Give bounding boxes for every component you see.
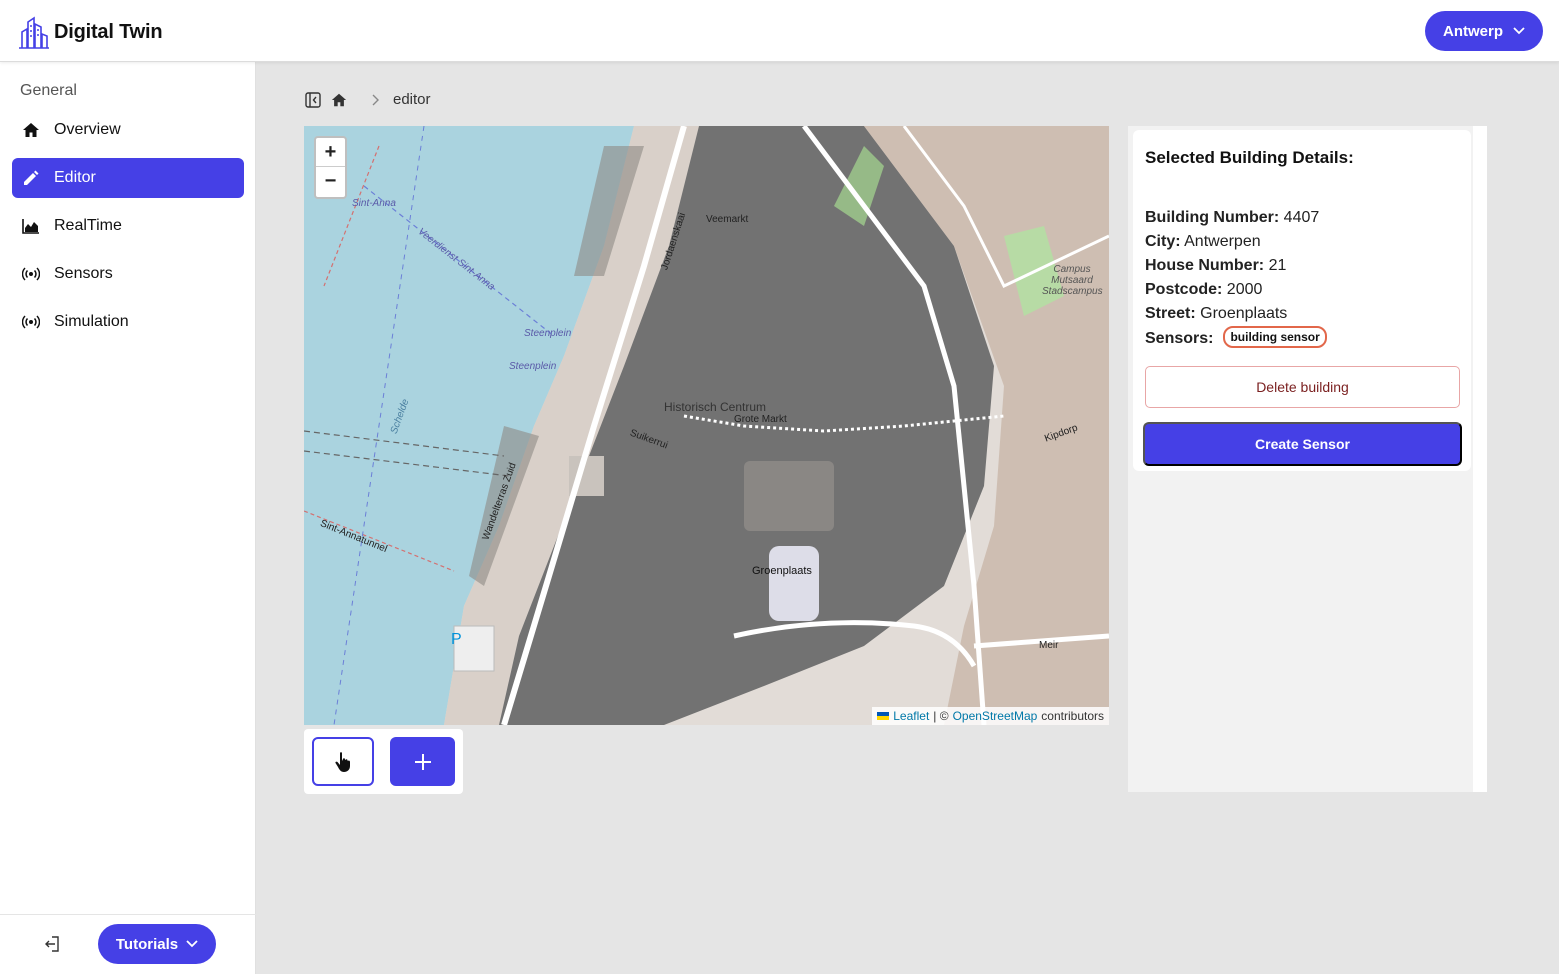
add-building-button[interactable]	[390, 737, 455, 786]
field-key: Sensors:	[1145, 330, 1214, 347]
ukraine-flag-icon	[877, 712, 890, 720]
sidebar-item-overview[interactable]: Overview	[12, 110, 244, 150]
field-value: Groenplaats	[1200, 305, 1288, 322]
sidebar-item-label: Overview	[54, 121, 121, 138]
map-label-historisch: Historisch Centrum	[664, 400, 767, 414]
field-value: Antwerpen	[1184, 233, 1261, 250]
home-icon[interactable]	[331, 92, 347, 108]
field-key: Postcode:	[1145, 281, 1223, 298]
area-chart-icon	[22, 217, 40, 235]
sidebar: General Overview Editor RealTime Sensors	[0, 62, 256, 974]
city-selector-label: Antwerp	[1443, 22, 1503, 40]
pencil-icon	[22, 169, 40, 187]
sensors-row: Sensors: building sensor	[1145, 326, 1327, 351]
breadcrumb: editor	[305, 91, 431, 108]
map-label-campus: Campus Mutsaard Stadscampus	[1042, 264, 1103, 297]
field-value: 21	[1268, 257, 1287, 274]
sidebar-heading: General	[20, 82, 77, 99]
leaflet-link[interactable]: Leaflet	[893, 709, 929, 723]
sidebar-item-simulation[interactable]: Simulation	[12, 302, 244, 342]
breadcrumb-current: editor	[393, 91, 431, 108]
field-key: Building Number:	[1145, 209, 1280, 226]
create-sensor-button[interactable]: Create Sensor	[1143, 422, 1462, 466]
building-details-card: Selected Building Details: Building Numb…	[1133, 130, 1471, 471]
chevron-right-icon	[367, 92, 383, 108]
map-label-parking: P	[451, 631, 462, 648]
attribution-separator: | ©	[933, 709, 949, 723]
map-label-meir: Meir	[1039, 640, 1059, 651]
delete-building-button[interactable]: Delete building	[1145, 366, 1460, 408]
plus-icon	[414, 753, 431, 770]
zoom-out-button[interactable]: −	[316, 167, 345, 196]
zoom-control: + −	[314, 136, 347, 199]
tutorials-button[interactable]: Tutorials	[98, 924, 216, 964]
field-value: 2000	[1226, 281, 1263, 298]
details-column: Selected Building Details: Building Numb…	[1128, 126, 1487, 792]
building-number-row: Building Number: 4407	[1145, 206, 1327, 230]
city-row: City: Antwerpen	[1145, 230, 1327, 254]
chevron-down-icon	[1513, 27, 1525, 35]
map-attribution: Leaflet | © OpenStreetMap contributors	[872, 707, 1109, 725]
logout-icon[interactable]	[44, 935, 62, 953]
sidebar-item-editor[interactable]: Editor	[12, 158, 244, 198]
map-view[interactable]: Sint-Anna Veerdienst Sint-Anna Steenplei…	[304, 126, 1109, 725]
field-key: Street:	[1145, 305, 1196, 322]
map-label-groenplaats: Groenplaats	[752, 565, 812, 577]
field-key: House Number:	[1145, 257, 1265, 274]
sidebar-toggle-icon[interactable]	[305, 91, 321, 108]
city-logo-icon	[19, 16, 49, 49]
top-bar: Digital Twin Antwerp	[0, 0, 1559, 62]
map-label-sint-anna: Sint-Anna	[352, 198, 396, 209]
zoom-in-button[interactable]: +	[316, 138, 345, 167]
map-label-steenplein: Steenplein	[509, 361, 557, 372]
details-scroll-strip	[1473, 126, 1487, 792]
details-fields: Building Number: 4407 City: Antwerpen Ho…	[1145, 206, 1327, 351]
broadcast-icon	[22, 265, 40, 283]
sidebar-item-label: Simulation	[54, 313, 129, 330]
details-title: Selected Building Details:	[1145, 148, 1354, 167]
tutorials-label: Tutorials	[115, 935, 179, 953]
brand[interactable]: Digital Twin	[18, 14, 163, 50]
select-tool-button[interactable]	[312, 737, 374, 786]
hand-pointer-icon	[335, 751, 350, 772]
field-value: 4407	[1283, 209, 1320, 226]
city-selector-button[interactable]: Antwerp	[1425, 11, 1543, 51]
map-tools	[304, 729, 463, 794]
map-label-veemarkt: Veemarkt	[706, 214, 749, 225]
sidebar-item-sensors[interactable]: Sensors	[12, 254, 244, 294]
sidebar-item-label: Editor	[54, 169, 96, 186]
street-row: Street: Groenplaats	[1145, 302, 1327, 326]
sidebar-nav: Overview Editor RealTime Sensors Simulat…	[12, 110, 244, 350]
sidebar-item-label: Sensors	[54, 265, 113, 282]
sidebar-item-realtime[interactable]: RealTime	[12, 206, 244, 246]
map-label-steenplein: Steenplein	[524, 328, 572, 339]
map-label-grote-markt: Grote Markt	[734, 414, 787, 425]
postcode-row: Postcode: 2000	[1145, 278, 1327, 302]
home-icon	[22, 121, 40, 139]
sidebar-item-label: RealTime	[54, 217, 122, 234]
field-key: City:	[1145, 233, 1181, 250]
osm-link[interactable]: OpenStreetMap	[953, 709, 1038, 723]
attribution-suffix: contributors	[1041, 709, 1104, 723]
sensor-badge[interactable]: building sensor	[1223, 326, 1327, 348]
sidebar-footer: Tutorials	[0, 914, 256, 974]
broadcast-icon	[22, 313, 40, 331]
house-number-row: House Number: 21	[1145, 254, 1327, 278]
chevron-down-icon	[186, 940, 198, 948]
app-title: Digital Twin	[54, 20, 163, 43]
